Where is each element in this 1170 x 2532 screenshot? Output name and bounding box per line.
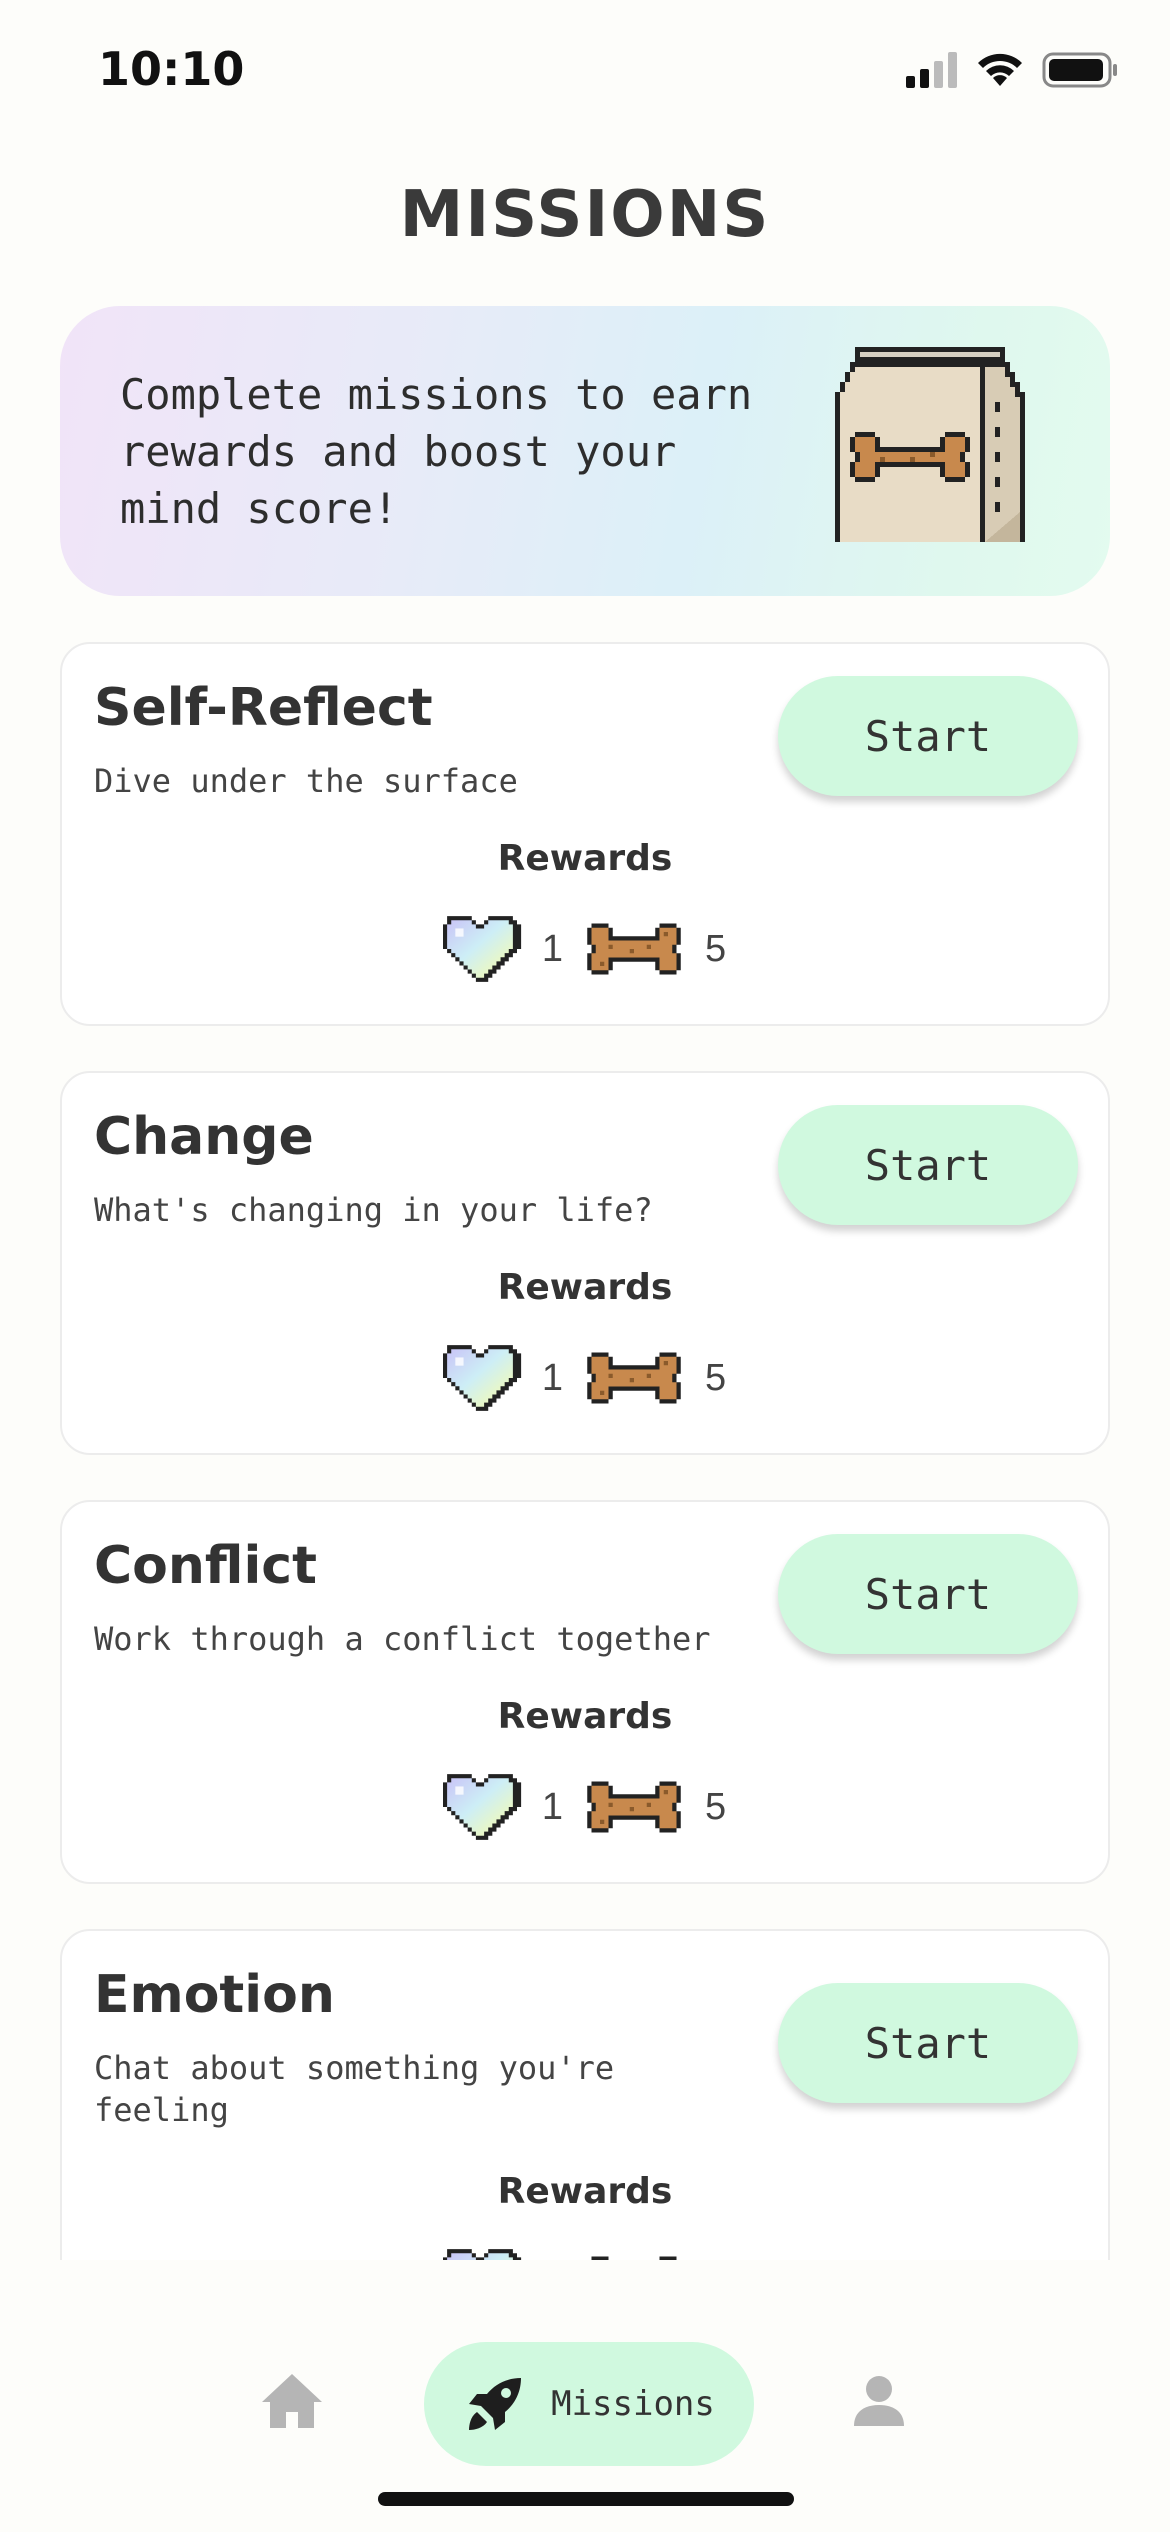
bone-reward-count: 5 <box>705 1356 727 1399</box>
rewards-row: 1 5 <box>62 912 1108 986</box>
rewards-row: 1 5 <box>62 2245 1108 2260</box>
mission-title: Conflict <box>94 1536 317 1596</box>
page-title: MISSIONS <box>399 178 771 252</box>
nav-missions-tab[interactable]: Missions <box>424 2342 754 2466</box>
rewards-label: Rewards <box>497 1696 673 1737</box>
mission-subtitle: Work through a conflict together <box>94 1620 711 1658</box>
mission-subtitle: Chat about something you're feeling <box>94 2049 615 2129</box>
status-bar: 10:10 <box>0 0 1170 150</box>
bone-icon <box>583 2251 685 2260</box>
mission-title: Change <box>94 1107 314 1167</box>
info-banner: Complete missions to earn rewards and bo… <box>60 306 1110 596</box>
bone-icon <box>583 1776 685 1838</box>
mission-card-emotion: Emotion Chat about something you're feel… <box>60 1929 1110 2260</box>
bone-reward-count: 5 <box>705 927 727 970</box>
status-icons <box>906 52 1118 88</box>
nav-missions-label: Missions <box>551 2384 715 2424</box>
wifi-icon <box>978 53 1022 86</box>
heart-icon <box>438 912 522 986</box>
rewards-label: Rewards <box>497 838 673 879</box>
mission-subtitle: What's changing in your life? <box>94 1191 653 1229</box>
profile-icon[interactable] <box>852 2374 906 2428</box>
mission-title: Self-Reflect <box>94 678 433 738</box>
rewards-row: 1 5 <box>62 1770 1108 1844</box>
start-button[interactable]: Start <box>778 1983 1078 2103</box>
home-icon[interactable] <box>260 2372 324 2430</box>
start-button[interactable]: Start <box>778 1105 1078 1225</box>
start-button[interactable]: Start <box>778 1534 1078 1654</box>
bone-reward-count: 5 <box>705 1785 727 1828</box>
start-button[interactable]: Start <box>778 676 1078 796</box>
mission-card-conflict: Conflict Work through a conflict togethe… <box>60 1500 1110 1884</box>
mission-subtitle: Dive under the surface <box>94 762 518 800</box>
rewards-label: Rewards <box>497 2171 673 2212</box>
heart-icon <box>438 1341 522 1415</box>
mission-card-self-reflect: Self-Reflect Dive under the surface Star… <box>60 642 1110 1026</box>
rocket-icon <box>469 2378 522 2430</box>
heart-icon <box>438 2245 522 2260</box>
treat-bag-icon <box>835 347 1025 542</box>
banner-text: Complete missions to earn rewards and bo… <box>120 370 753 533</box>
rewards-row: 1 5 <box>62 1341 1108 1415</box>
rewards-label: Rewards <box>497 1267 673 1308</box>
cellular-signal-icon <box>906 52 957 88</box>
bone-icon <box>583 1347 685 1409</box>
status-time: 10:10 <box>98 42 245 96</box>
mission-title: Emotion <box>94 1965 335 2025</box>
battery-icon <box>1042 52 1117 88</box>
mission-card-change: Change What's changing in your life? Sta… <box>60 1071 1110 1455</box>
heart-reward-count: 1 <box>541 1785 563 1828</box>
heart-reward-count: 1 <box>541 927 563 970</box>
missions-list[interactable]: Self-Reflect Dive under the surface Star… <box>0 630 1170 2260</box>
heart-icon <box>438 1770 522 1844</box>
heart-reward-count: 1 <box>541 1356 563 1399</box>
home-indicator <box>378 2492 794 2506</box>
bone-icon <box>583 918 685 980</box>
